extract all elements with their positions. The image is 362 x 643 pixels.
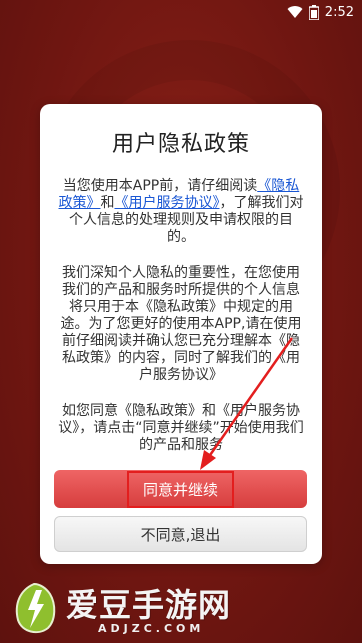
battery-icon xyxy=(308,4,319,20)
status-time: 2:52 xyxy=(324,4,354,20)
watermark-name: 爱豆手游网 xyxy=(66,586,232,624)
privacy-dialog: 用户隐私政策 当您使用本APP前，请仔细阅读《隐私政策》和《用户服务协议》，了解… xyxy=(40,104,322,564)
watermark-url: ADJZC.COM xyxy=(98,622,205,635)
disagree-button[interactable]: 不同意,退出 xyxy=(54,516,307,552)
watermark: 爱豆手游网 ADJZC.COM xyxy=(6,574,266,640)
consent-paragraph: 如您同意《隐私政策》和《用户服务协议》，请点击“同意并继续”开始使用我们的产品和… xyxy=(58,403,304,453)
agree-button-label: 同意并继续 xyxy=(126,470,234,508)
user-agreement-link[interactable]: 《用户服务协议》 xyxy=(115,195,220,211)
privacy-paragraph: 我们深知个人隐私的重要性，在您使用我们的产品和服务时所提供的个人信息将只用于本《… xyxy=(60,265,302,383)
watermark-logo-icon xyxy=(15,582,56,634)
intro-paragraph: 当您使用本APP前，请仔细阅读《隐私政策》和《用户服务协议》，了解我们对个人信息… xyxy=(58,178,304,245)
wifi-icon xyxy=(287,5,303,19)
status-bar: 2:52 xyxy=(0,0,362,24)
agree-button[interactable]: 同意并继续 xyxy=(54,470,307,508)
dialog-body: 当您使用本APP前，请仔细阅读《隐私政策》和《用户服务协议》，了解我们对个人信息… xyxy=(58,178,304,473)
dialog-title: 用户隐私政策 xyxy=(111,132,250,157)
